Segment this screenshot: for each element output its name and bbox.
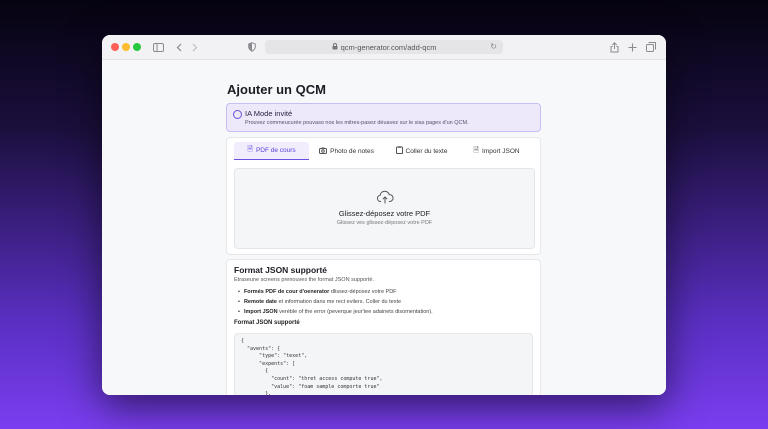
page-content: Ajouter un QCM IA Mode invité Prouvez co…	[102, 60, 666, 395]
address-bar[interactable]: qcm-generator.com/add-qcm ↻	[265, 40, 503, 54]
page-title: Ajouter un QCM	[227, 82, 326, 97]
privacy-shield-icon[interactable]	[245, 40, 259, 54]
close-window-button[interactable]	[111, 43, 119, 51]
tab-pdf[interactable]: 🗎 PDF de cours	[234, 142, 309, 160]
import-card: 🗎 PDF de cours Photo de notes Coller du …	[226, 137, 541, 255]
minimize-window-button[interactable]	[122, 43, 130, 51]
json-card-title: Format JSON supporté	[234, 265, 328, 275]
tab-label: Photo de notes	[330, 147, 374, 155]
dropzone-title: Glissez-déposez votre PDF	[338, 209, 431, 218]
file-code-icon: 🗎	[473, 146, 480, 154]
tab-label: PDF de cours	[255, 147, 296, 154]
banner-title: IA Mode invité	[245, 109, 293, 118]
list-item: Import JSON veréble of the error (peverq…	[238, 307, 433, 317]
tab-paste-text[interactable]: Coller du texte	[384, 142, 459, 160]
new-tab-icon[interactable]	[625, 40, 639, 54]
reload-icon[interactable]: ↻	[490, 42, 497, 51]
json-format-subtitle: Format JSON supporté	[234, 320, 300, 326]
file-icon: 🗎	[247, 146, 253, 153]
lock-icon	[332, 42, 338, 52]
tab-label: Coller du texte	[405, 147, 448, 155]
tab-overview-icon[interactable]	[644, 40, 658, 54]
clipboard-icon	[395, 146, 403, 156]
sidebar-toggle-icon[interactable]	[151, 40, 165, 54]
browser-window: qcm-generator.com/add-qcm ↻ Ajouter un Q…	[102, 35, 666, 395]
json-format-card: Format JSON supporté Etraseune screens p…	[226, 259, 541, 395]
share-icon[interactable]	[607, 40, 621, 54]
tab-import-json[interactable]: 🗎 Import JSON	[459, 142, 534, 160]
tab-label: Import JSON	[482, 147, 520, 155]
pdf-dropzone[interactable]: Glissez-déposez votre PDF Glissez ves gl…	[234, 168, 535, 249]
upload-cloud-icon	[376, 190, 394, 204]
json-code-block: { "avents": { "type": "texet", "expents"…	[234, 333, 533, 395]
sparkle-icon	[233, 110, 242, 119]
json-card-description: Etraseune screens prenouves the format J…	[234, 277, 375, 283]
maximize-window-button[interactable]	[133, 43, 141, 51]
back-icon[interactable]	[172, 40, 186, 54]
browser-toolbar: qcm-generator.com/add-qcm ↻	[102, 35, 666, 60]
banner-text: Prouvez commeucurée pouvaso nos les mitr…	[245, 120, 469, 126]
list-item: Remote date et ιnformation dans me rect …	[238, 297, 433, 307]
source-tabs: 🗎 PDF de cours Photo de notes Coller du …	[234, 142, 534, 160]
forward-icon[interactable]	[188, 40, 202, 54]
list-item: Formés PDF de cour d'oenerator dlissez-d…	[238, 287, 433, 297]
json-feature-list: Formés PDF de cour d'oenerator dlissez-d…	[238, 287, 433, 317]
guest-mode-banner: IA Mode invité Prouvez commeucurée pouva…	[226, 103, 541, 132]
url-text: qcm-generator.com/add-qcm	[340, 42, 437, 52]
camera-icon	[319, 147, 328, 156]
tab-photo[interactable]: Photo de notes	[309, 142, 384, 160]
dropzone-subtitle: Glissez ves glissez-déposez votre PDF	[336, 220, 433, 226]
